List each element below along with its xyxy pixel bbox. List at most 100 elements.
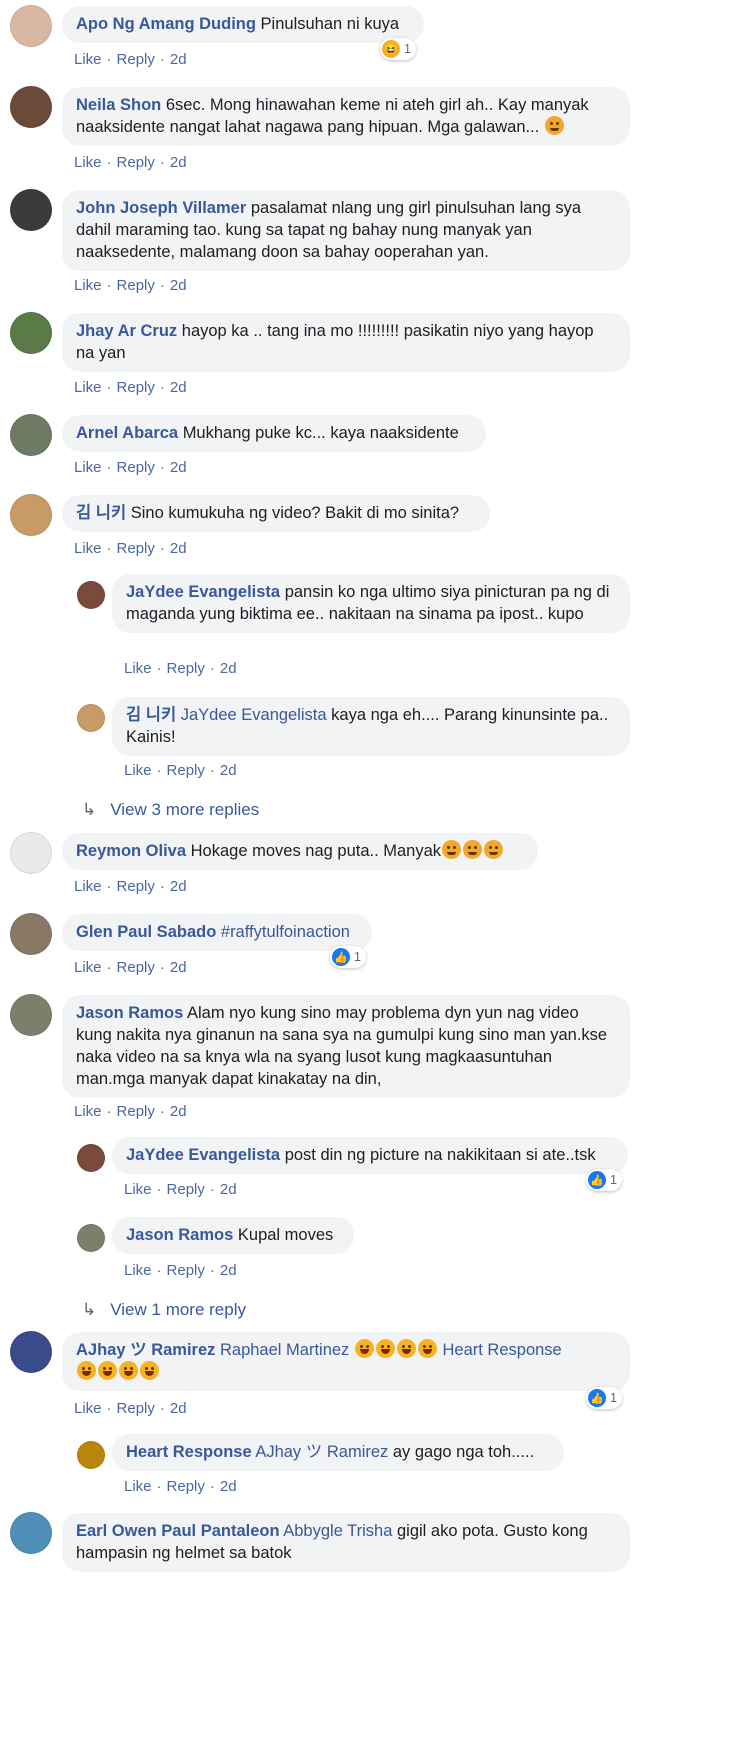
mention-link[interactable]: Raphael Martinez — [220, 1341, 349, 1359]
timestamp[interactable]: 2d — [170, 154, 187, 171]
comment-text: post din ng picture na nakikitaan si ate… — [284, 1146, 596, 1164]
avatar[interactable] — [10, 86, 52, 128]
avatar[interactable] — [10, 1512, 52, 1554]
laughing-emoji-icon — [140, 1361, 159, 1380]
reply-link[interactable]: Reply — [117, 459, 155, 476]
comment-author[interactable]: Jason Ramos — [126, 1226, 233, 1244]
avatar[interactable] — [77, 581, 105, 609]
view-more-label[interactable]: View 1 more reply — [110, 1300, 246, 1319]
reply-link[interactable]: Reply — [117, 959, 155, 976]
reply-link[interactable]: Reply — [117, 878, 155, 895]
avatar[interactable] — [10, 414, 52, 456]
like-link[interactable]: Like — [74, 51, 102, 68]
like-link[interactable]: Like — [74, 459, 102, 476]
like-link[interactable]: Like — [74, 1103, 102, 1120]
timestamp[interactable]: 2d — [220, 1181, 237, 1198]
dot-separator: · — [156, 762, 162, 779]
reaction-badge[interactable]: 😆 1 — [380, 38, 416, 60]
timestamp[interactable]: 2d — [170, 878, 187, 895]
like-link[interactable]: Like — [124, 1478, 152, 1495]
comment-author[interactable]: Earl Owen Paul Pantaleon — [76, 1522, 280, 1540]
mention-link[interactable]: Abbygle Trisha — [283, 1522, 392, 1540]
comment-author[interactable]: 김 니키 — [126, 706, 176, 724]
reaction-count: 1 — [610, 1391, 617, 1405]
reply-bubble: 김 니키 JaYdee Evangelista kaya nga eh.... … — [112, 697, 630, 756]
like-link[interactable]: Like — [74, 1400, 102, 1417]
avatar[interactable] — [10, 832, 52, 874]
view-more-replies[interactable]: ↳ View 3 more replies — [82, 800, 259, 820]
avatar[interactable] — [10, 913, 52, 955]
avatar[interactable] — [77, 704, 105, 732]
comment-author[interactable]: Arnel Abarca — [76, 424, 178, 442]
like-link[interactable]: Like — [124, 1181, 152, 1198]
timestamp[interactable]: 2d — [220, 762, 237, 779]
reply-link[interactable]: Reply — [117, 154, 155, 171]
dot-separator: · — [159, 277, 165, 294]
avatar[interactable] — [10, 1331, 52, 1373]
mention-link[interactable]: AJhay ツ Ramirez — [255, 1443, 388, 1461]
like-link[interactable]: Like — [74, 379, 102, 396]
timestamp[interactable]: 2d — [220, 1262, 237, 1279]
reply-link[interactable]: Reply — [167, 762, 205, 779]
reply-link[interactable]: Reply — [167, 1478, 205, 1495]
like-link[interactable]: Like — [74, 277, 102, 294]
reply-link[interactable]: Reply — [117, 1103, 155, 1120]
comment-author[interactable]: Apo Ng Amang Duding — [76, 15, 256, 33]
avatar[interactable] — [77, 1224, 105, 1252]
comment-author[interactable]: Jhay Ar Cruz — [76, 322, 177, 340]
timestamp[interactable]: 2d — [220, 1478, 237, 1495]
like-link[interactable]: Like — [74, 878, 102, 895]
reaction-badge[interactable]: 👍 1 — [586, 1169, 622, 1191]
view-more-label[interactable]: View 3 more replies — [110, 800, 259, 819]
reaction-badge[interactable]: 👍 1 — [586, 1387, 622, 1409]
reply-link[interactable]: Reply — [117, 540, 155, 557]
timestamp[interactable]: 2d — [170, 379, 187, 396]
reply-link[interactable]: Reply — [117, 1400, 155, 1417]
reply-link[interactable]: Reply — [167, 1262, 205, 1279]
reply-link[interactable]: Reply — [167, 660, 205, 677]
comment-author[interactable]: 김 니키 — [76, 504, 126, 522]
avatar[interactable] — [10, 494, 52, 536]
comment-author[interactable]: JaYdee Evangelista — [126, 583, 280, 601]
comment-author[interactable]: John Joseph Villamer — [76, 199, 246, 217]
comment-author[interactable]: Glen Paul Sabado — [76, 923, 216, 941]
comment-author[interactable]: Heart Response — [126, 1443, 252, 1461]
comment-bubble: Apo Ng Amang Duding Pinulsuhan ni kuya — [62, 6, 424, 43]
thumbs-up-icon: 👍 — [588, 1171, 606, 1189]
like-link[interactable]: Like — [74, 154, 102, 171]
comment-actions: Like · Reply · 2d — [74, 540, 187, 557]
avatar[interactable] — [10, 5, 52, 47]
timestamp[interactable]: 2d — [170, 51, 187, 68]
like-link[interactable]: Like — [124, 1262, 152, 1279]
avatar[interactable] — [77, 1144, 105, 1172]
comment-author[interactable]: AJhay ツ Ramirez — [76, 1341, 215, 1359]
like-link[interactable]: Like — [74, 540, 102, 557]
comment-author[interactable]: JaYdee Evangelista — [126, 1146, 280, 1164]
like-link[interactable]: Like — [124, 660, 152, 677]
hashtag-link[interactable]: #raffytulfoinaction — [221, 923, 350, 941]
timestamp[interactable]: 2d — [170, 1400, 187, 1417]
reply-link[interactable]: Reply — [117, 51, 155, 68]
reply-link[interactable]: Reply — [167, 1181, 205, 1198]
timestamp[interactable]: 2d — [170, 459, 187, 476]
comment-author[interactable]: Neila Shon — [76, 96, 161, 114]
comment-author[interactable]: Jason Ramos — [76, 1004, 183, 1022]
timestamp[interactable]: 2d — [220, 660, 237, 677]
reaction-badge[interactable]: 👍 1 — [330, 946, 366, 968]
view-more-replies[interactable]: ↳ View 1 more reply — [82, 1300, 246, 1320]
mention-link[interactable]: JaYdee Evangelista — [181, 706, 327, 724]
avatar[interactable] — [10, 312, 52, 354]
like-link[interactable]: Like — [124, 762, 152, 779]
avatar[interactable] — [10, 189, 52, 231]
avatar[interactable] — [77, 1441, 105, 1469]
reply-link[interactable]: Reply — [117, 277, 155, 294]
comment-author[interactable]: Reymon Oliva — [76, 842, 186, 860]
timestamp[interactable]: 2d — [170, 1103, 187, 1120]
timestamp[interactable]: 2d — [170, 277, 187, 294]
reply-link[interactable]: Reply — [117, 379, 155, 396]
timestamp[interactable]: 2d — [170, 540, 187, 557]
mention-link[interactable]: Heart Response — [443, 1341, 562, 1359]
like-link[interactable]: Like — [74, 959, 102, 976]
timestamp[interactable]: 2d — [170, 959, 187, 976]
avatar[interactable] — [10, 994, 52, 1036]
